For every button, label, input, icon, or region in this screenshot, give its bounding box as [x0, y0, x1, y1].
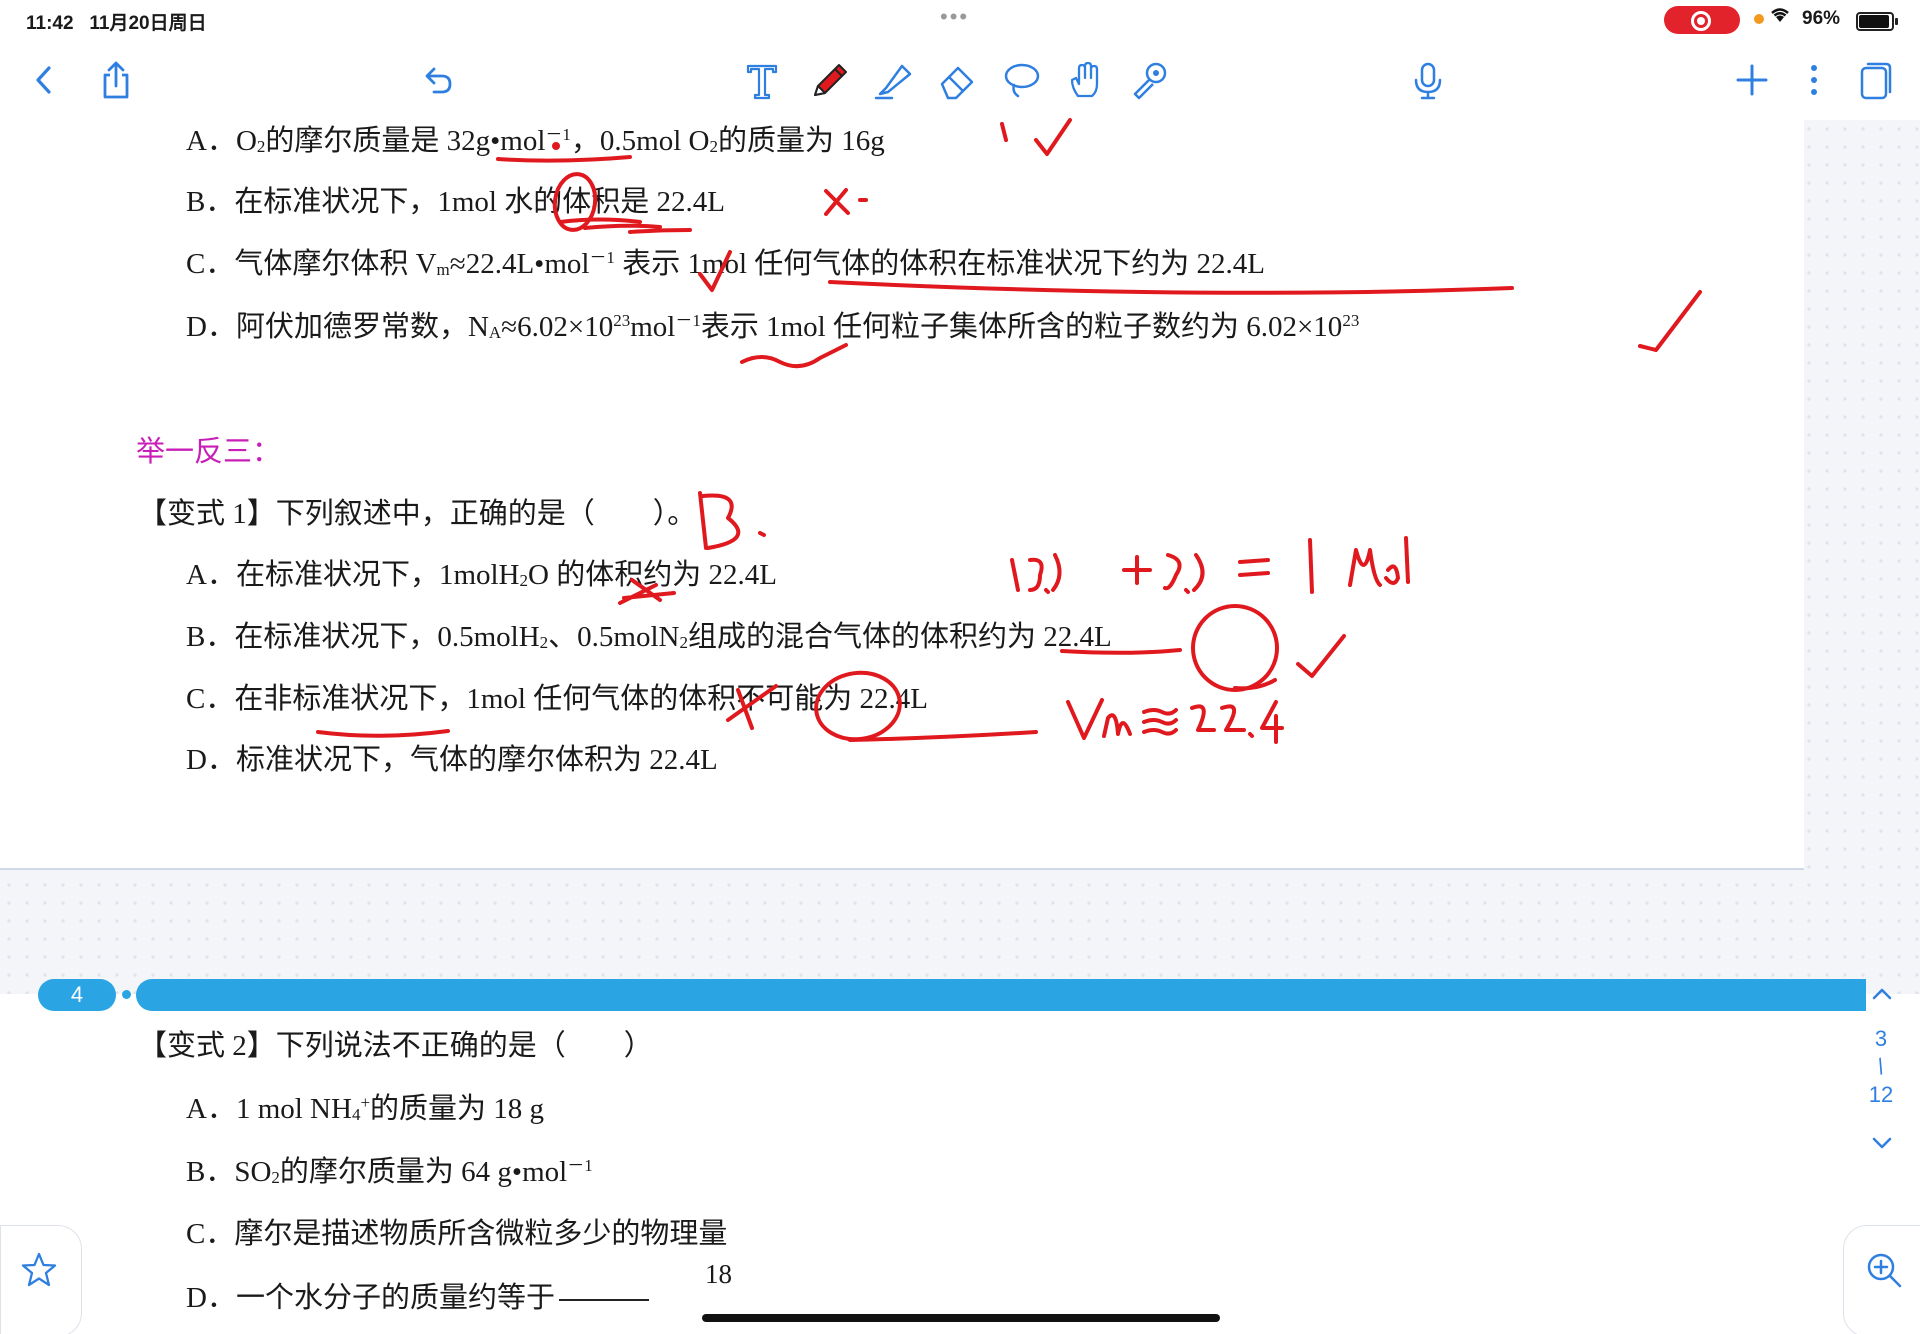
lasso-icon[interactable] [1000, 58, 1044, 102]
microphone-in-use-dot [1754, 14, 1764, 24]
page-indicator-bar[interactable]: 4 [0, 975, 1920, 1015]
multitasking-dots-icon[interactable]: ••• [940, 4, 969, 30]
highlighter-icon[interactable] [872, 58, 916, 102]
share-icon[interactable] [94, 58, 138, 102]
variant2-option-a: A．1 mol NH4+的质量为 18 g [186, 1093, 545, 1125]
screen-recording-indicator[interactable] [1664, 6, 1740, 34]
text-tool-icon[interactable] [740, 58, 784, 102]
more-icon[interactable] [1792, 58, 1836, 102]
fraction-numerator: 18 [705, 1259, 732, 1289]
star-icon [21, 1252, 57, 1287]
eraser-icon[interactable] [936, 58, 980, 102]
pages-icon[interactable] [1854, 58, 1898, 102]
status-bar: 11:42 11月20日周日 ••• 96% [0, 0, 1920, 38]
status-time: 11:42 11月20日周日 [26, 13, 207, 34]
scroll-up-icon[interactable] [1862, 979, 1902, 1011]
document-canvas[interactable]: A．O2的摩尔质量是 32g•mol－1，0.5mol O2的质量为 16g B… [0, 120, 1920, 1334]
option-a-prev: A．O2的摩尔质量是 32g•mol－1，0.5mol O2的质量为 16g [186, 125, 885, 157]
variant1-option-b: B．在标准状况下，0.5molH2、0.5molN2组成的混合气体的体积约为 2… [186, 621, 1112, 653]
variant2-option-b: B．SO2的摩尔质量为 64 g•mol－1 [186, 1156, 593, 1188]
variant1-option-d: D．标准状况下，气体的摩尔体积为 22.4L [186, 744, 718, 776]
battery-icon [1856, 12, 1898, 31]
scroll-down-icon[interactable] [1862, 1128, 1902, 1158]
variant1-option-a: A．在标准状况下，1molH2O 的体积约为 22.4L [186, 559, 777, 591]
chevron-left-icon[interactable] [22, 58, 66, 102]
undo-icon[interactable] [416, 58, 460, 102]
option-c-prev: C．气体摩尔体积 Vm≈22.4L•mol－1 表示 1mol 任何气体的体积在… [186, 248, 1266, 280]
microphone-icon[interactable] [1406, 58, 1450, 102]
page-dot [122, 990, 131, 999]
toolbar [0, 38, 1920, 121]
pen-icon[interactable] [808, 58, 852, 102]
variant2-option-d: D．一个水分子的质量约等于 [186, 1280, 649, 1316]
page[interactable]: 【变式 2】下列说法不正确的是（ ） A．1 mol NH4+的质量为 18 g… [0, 994, 1920, 1334]
option-d-prev: D．阿伏加德罗常数，NA≈6.02×1023mol－1表示 1mol 任何粒子集… [186, 311, 1360, 343]
zoom-button[interactable] [1843, 1225, 1920, 1334]
page[interactable]: A．O2的摩尔质量是 32g•mol－1，0.5mol O2的质量为 16g B… [0, 120, 1804, 870]
add-icon[interactable] [1730, 58, 1774, 102]
hand-icon[interactable] [1064, 58, 1108, 102]
battery-percent: 96% [1802, 8, 1841, 29]
variant1-stem: 【变式 1】下列叙述中，正确的是（ ）。 [138, 498, 697, 530]
section-title: 举一反三： [136, 436, 282, 468]
laser-pointer-icon[interactable] [1128, 58, 1172, 102]
page-scroll-track[interactable] [136, 979, 1866, 1011]
page-number-badge[interactable]: 4 [38, 979, 116, 1011]
favorite-button[interactable] [0, 1225, 82, 1334]
record-icon [1691, 11, 1711, 31]
wifi-icon [1770, 6, 1790, 29]
variant1-option-c: C．在非标准状况下，1mol 任何气体的体积不可能为 22.4L [186, 683, 928, 715]
variant2-option-c: C．摩尔是描述物质所含微粒多少的物理量 [186, 1218, 728, 1250]
zoom-in-icon [1867, 1253, 1902, 1288]
page-counter: 3 / 12 [1858, 1025, 1904, 1109]
variant2-stem: 【变式 2】下列说法不正确的是（ ） [138, 1030, 653, 1062]
option-b-prev: B．在标准状况下，1mol 水的体积是 22.4L [186, 186, 725, 218]
